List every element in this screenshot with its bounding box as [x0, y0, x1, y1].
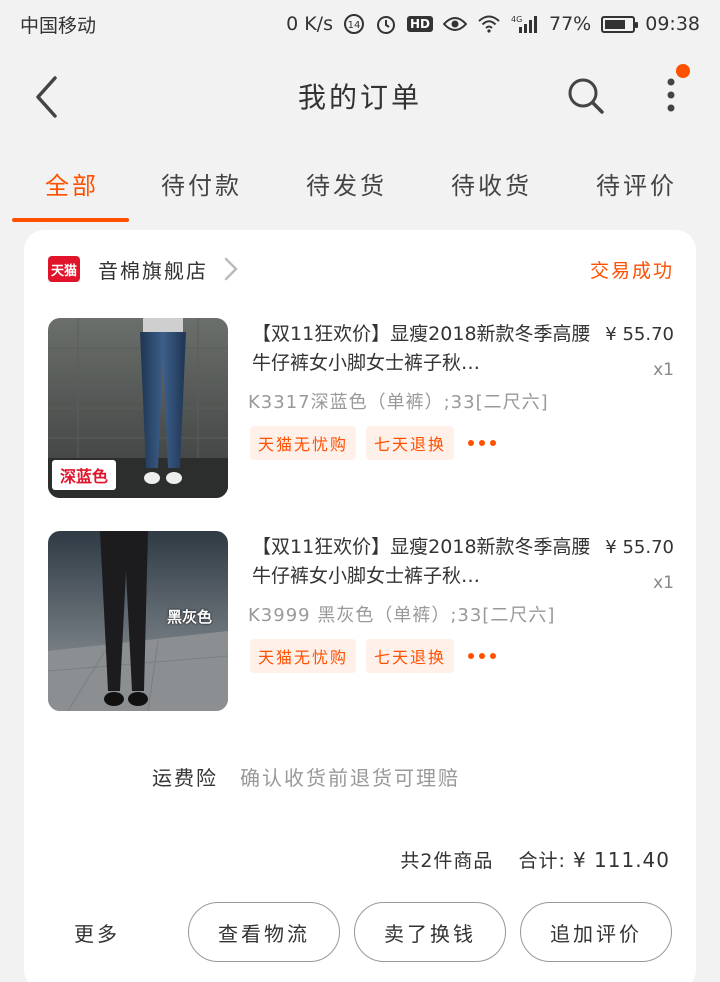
- total-amount: ¥ 111.40: [572, 848, 670, 872]
- battery-icon: [601, 15, 639, 33]
- notification-dot: [676, 64, 690, 78]
- more-actions-link[interactable]: 更多: [74, 918, 120, 947]
- overflow-menu-button[interactable]: [656, 64, 690, 120]
- shop-name[interactable]: 音棉旗舰店: [98, 255, 208, 284]
- active-tab-indicator: [12, 218, 129, 222]
- order-total: 共2件商品 合计: ¥ 111.40: [400, 846, 670, 873]
- more-dots-icon[interactable]: [468, 653, 497, 659]
- tab-pending-receipt[interactable]: 待收货: [451, 166, 532, 201]
- eye-icon: [443, 15, 467, 33]
- svg-text:14: 14: [348, 20, 361, 31]
- hd-icon: HD: [406, 16, 433, 32]
- shipping-insurance: 运费险 确认收货前退货可理赔: [152, 762, 460, 791]
- order-status: 交易成功: [589, 259, 674, 282]
- volte-icon: 14: [343, 13, 365, 35]
- product-price: ¥ 55.70: [605, 537, 674, 558]
- shop-header[interactable]: 天猫 音棉旗舰店 交易成功: [48, 252, 674, 286]
- order-item[interactable]: 深蓝色 【双11狂欢价】显瘦2018新款冬季高腰牛仔裤女小脚女士裤子秋… ¥ 5…: [48, 318, 674, 498]
- insurance-description: 确认收货前退货可理赔: [240, 766, 460, 790]
- tab-pending-review[interactable]: 待评价: [596, 166, 677, 201]
- chevron-right-icon: [224, 257, 238, 281]
- product-sku: K3999 黑灰色（单裤）;33[二尺六]: [248, 605, 556, 626]
- order-actions: 更多 查看物流 卖了换钱 追加评价: [24, 902, 696, 962]
- status-bar: 中国移动 0 K/s 14 HD 4G 77% 09:38: [0, 0, 720, 48]
- net-type-label: 4G: [511, 15, 522, 24]
- net-speed: 0 K/s: [286, 13, 333, 35]
- product-quantity: x1: [653, 573, 674, 593]
- resell-button[interactable]: 卖了换钱: [354, 902, 506, 962]
- carrier-label: 中国移动: [20, 14, 97, 37]
- service-tag[interactable]: 天猫无忧购: [250, 639, 357, 673]
- total-label: 合计:: [518, 850, 566, 872]
- product-image[interactable]: 深蓝色: [48, 318, 228, 498]
- wifi-icon: [477, 14, 501, 34]
- service-tags: 天猫无忧购 七天退换: [250, 426, 497, 460]
- signal-icon: 4G: [511, 14, 539, 34]
- product-sku: K3317深蓝色（单裤）;33[二尺六]: [248, 392, 549, 413]
- service-tag[interactable]: 天猫无忧购: [250, 426, 357, 460]
- status-indicators: 0 K/s 14 HD 4G 77% 09:38: [286, 13, 700, 35]
- order-card[interactable]: 天猫 音棉旗舰店 交易成功 深蓝色 【双11狂欢价】显瘦2018新款冬季高腰牛仔…: [24, 230, 696, 982]
- more-dots-icon[interactable]: [468, 440, 497, 446]
- alarm-icon: [375, 13, 397, 35]
- product-title[interactable]: 【双11狂欢价】显瘦2018新款冬季高腰牛仔裤女小脚女士裤子秋…: [252, 533, 602, 591]
- tab-pending-shipment[interactable]: 待发货: [306, 166, 387, 201]
- product-title[interactable]: 【双11狂欢价】显瘦2018新款冬季高腰牛仔裤女小脚女士裤子秋…: [252, 320, 602, 378]
- battery-percent: 77%: [549, 13, 592, 35]
- nav-header: 我的订单: [0, 48, 720, 144]
- page-title: 我的订单: [297, 81, 422, 114]
- product-color-label: 黑灰色: [166, 608, 212, 626]
- product-quantity: x1: [653, 360, 674, 380]
- add-review-button[interactable]: 追加评价: [520, 902, 672, 962]
- service-tags: 天猫无忧购 七天退换: [250, 639, 497, 673]
- product-color-label: 深蓝色: [52, 460, 117, 490]
- search-button[interactable]: [562, 72, 610, 120]
- product-price: ¥ 55.70: [605, 324, 674, 345]
- tab-pending-payment[interactable]: 待付款: [161, 166, 242, 201]
- order-item[interactable]: 黑灰色 【双11狂欢价】显瘦2018新款冬季高腰牛仔裤女小脚女士裤子秋… ¥ 5…: [48, 531, 674, 711]
- order-tabs: 全部 待付款 待发货 待收货 待评价: [0, 144, 720, 226]
- item-count: 共2件商品: [400, 850, 494, 872]
- more-vertical-icon: [667, 78, 675, 112]
- search-icon: [568, 78, 604, 114]
- tab-all[interactable]: 全部: [45, 166, 99, 201]
- product-image[interactable]: 黑灰色: [48, 531, 228, 711]
- service-tag[interactable]: 七天退换: [366, 639, 455, 673]
- service-tag[interactable]: 七天退换: [366, 426, 455, 460]
- clock: 09:38: [645, 13, 700, 35]
- tmall-logo-icon: 天猫: [48, 256, 80, 282]
- view-logistics-button[interactable]: 查看物流: [188, 902, 340, 962]
- insurance-label: 运费险: [152, 766, 218, 790]
